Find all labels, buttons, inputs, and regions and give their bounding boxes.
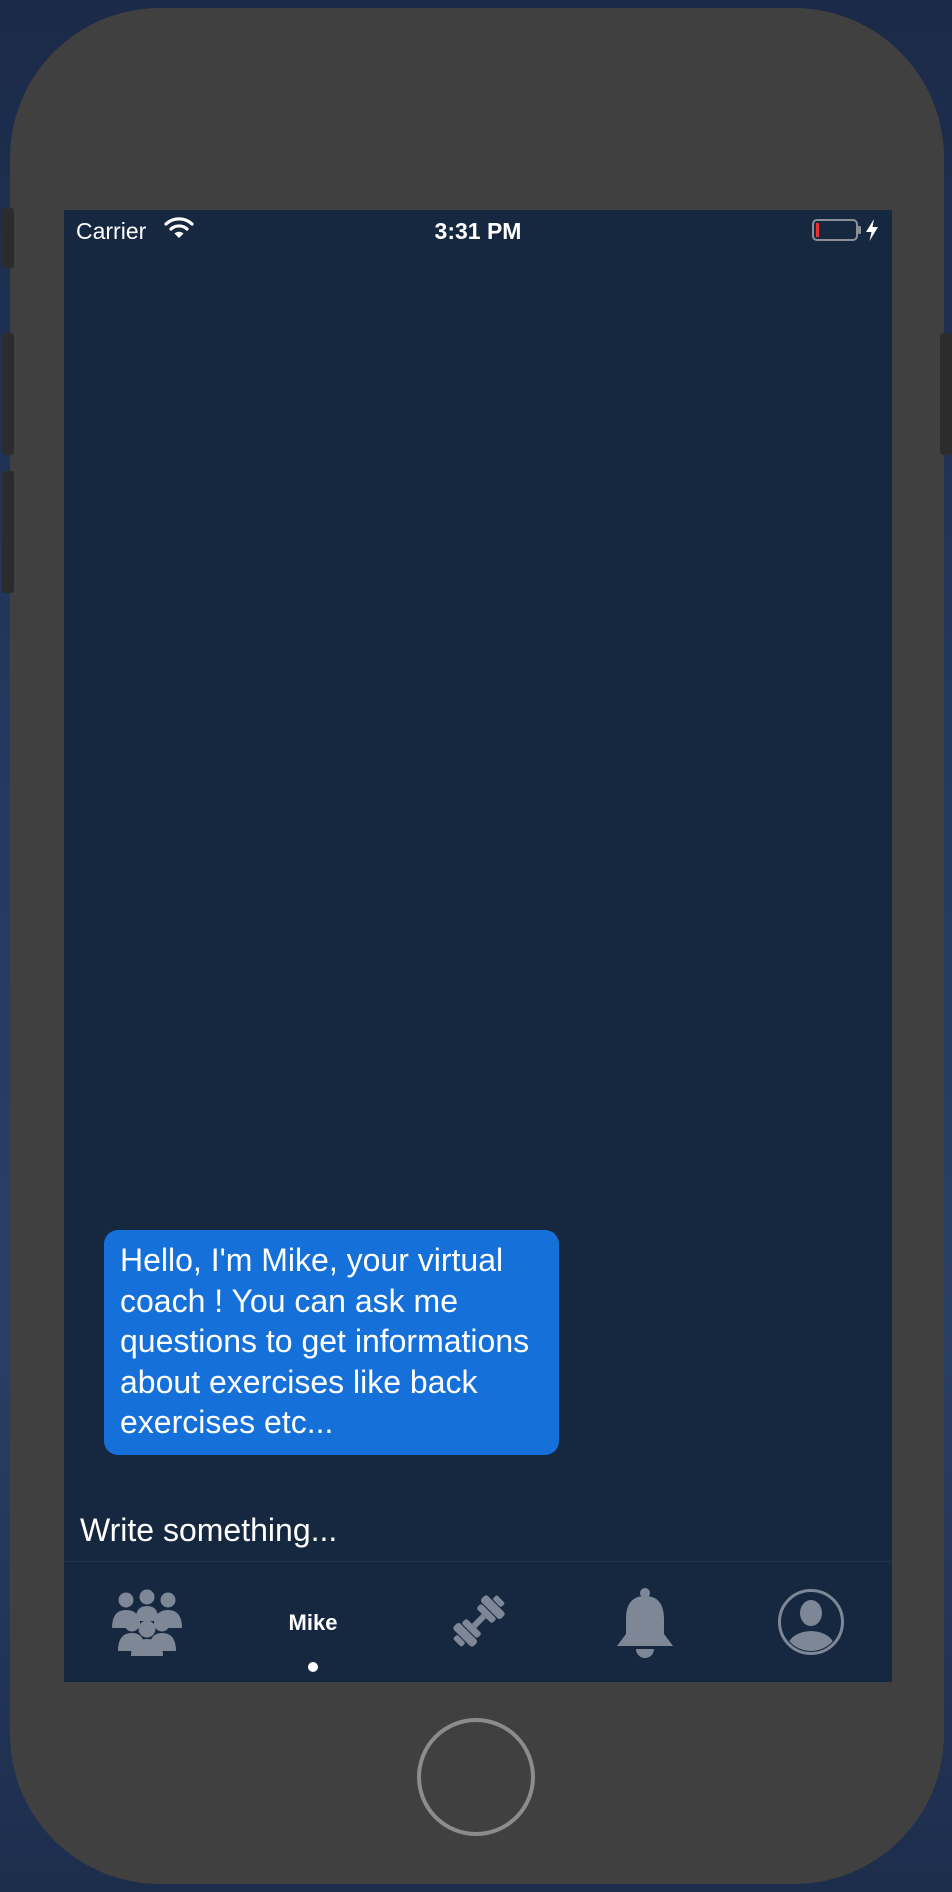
battery-low-icon xyxy=(812,219,861,241)
charging-bolt-icon xyxy=(866,219,878,241)
tab-mike[interactable]: Mike xyxy=(230,1562,396,1682)
tab-bar: Mike xyxy=(64,1562,892,1682)
bell-icon xyxy=(617,1588,673,1658)
community-group-icon xyxy=(112,1589,182,1656)
home-button[interactable] xyxy=(417,1718,535,1836)
dumbbell-icon xyxy=(453,1595,505,1647)
tab-profile[interactable] xyxy=(728,1562,892,1682)
power-button xyxy=(940,333,952,455)
status-time: 3:31 PM xyxy=(434,218,522,244)
volume-down-button xyxy=(2,471,14,593)
volume-up-button xyxy=(2,333,14,455)
status-bar: Carrier 3:31 PM xyxy=(64,210,892,252)
tab-workouts[interactable] xyxy=(396,1562,562,1682)
coach-message-bubble: Hello, I'm Mike, your virtual coach ! Yo… xyxy=(104,1230,559,1455)
message-input[interactable] xyxy=(80,1500,870,1560)
app-screen: Carrier 3:31 PM Hello, I'm Mike, your vi… xyxy=(64,210,892,1682)
coach-message-text: Hello, I'm Mike, your virtual coach ! Yo… xyxy=(120,1242,530,1440)
tab-mike-label: Mike xyxy=(288,1610,338,1635)
active-tab-indicator xyxy=(308,1662,318,1672)
tab-community[interactable] xyxy=(64,1562,230,1682)
tab-notifications[interactable] xyxy=(562,1562,728,1682)
profile-avatar-icon xyxy=(778,1589,844,1655)
mute-switch xyxy=(2,208,14,268)
